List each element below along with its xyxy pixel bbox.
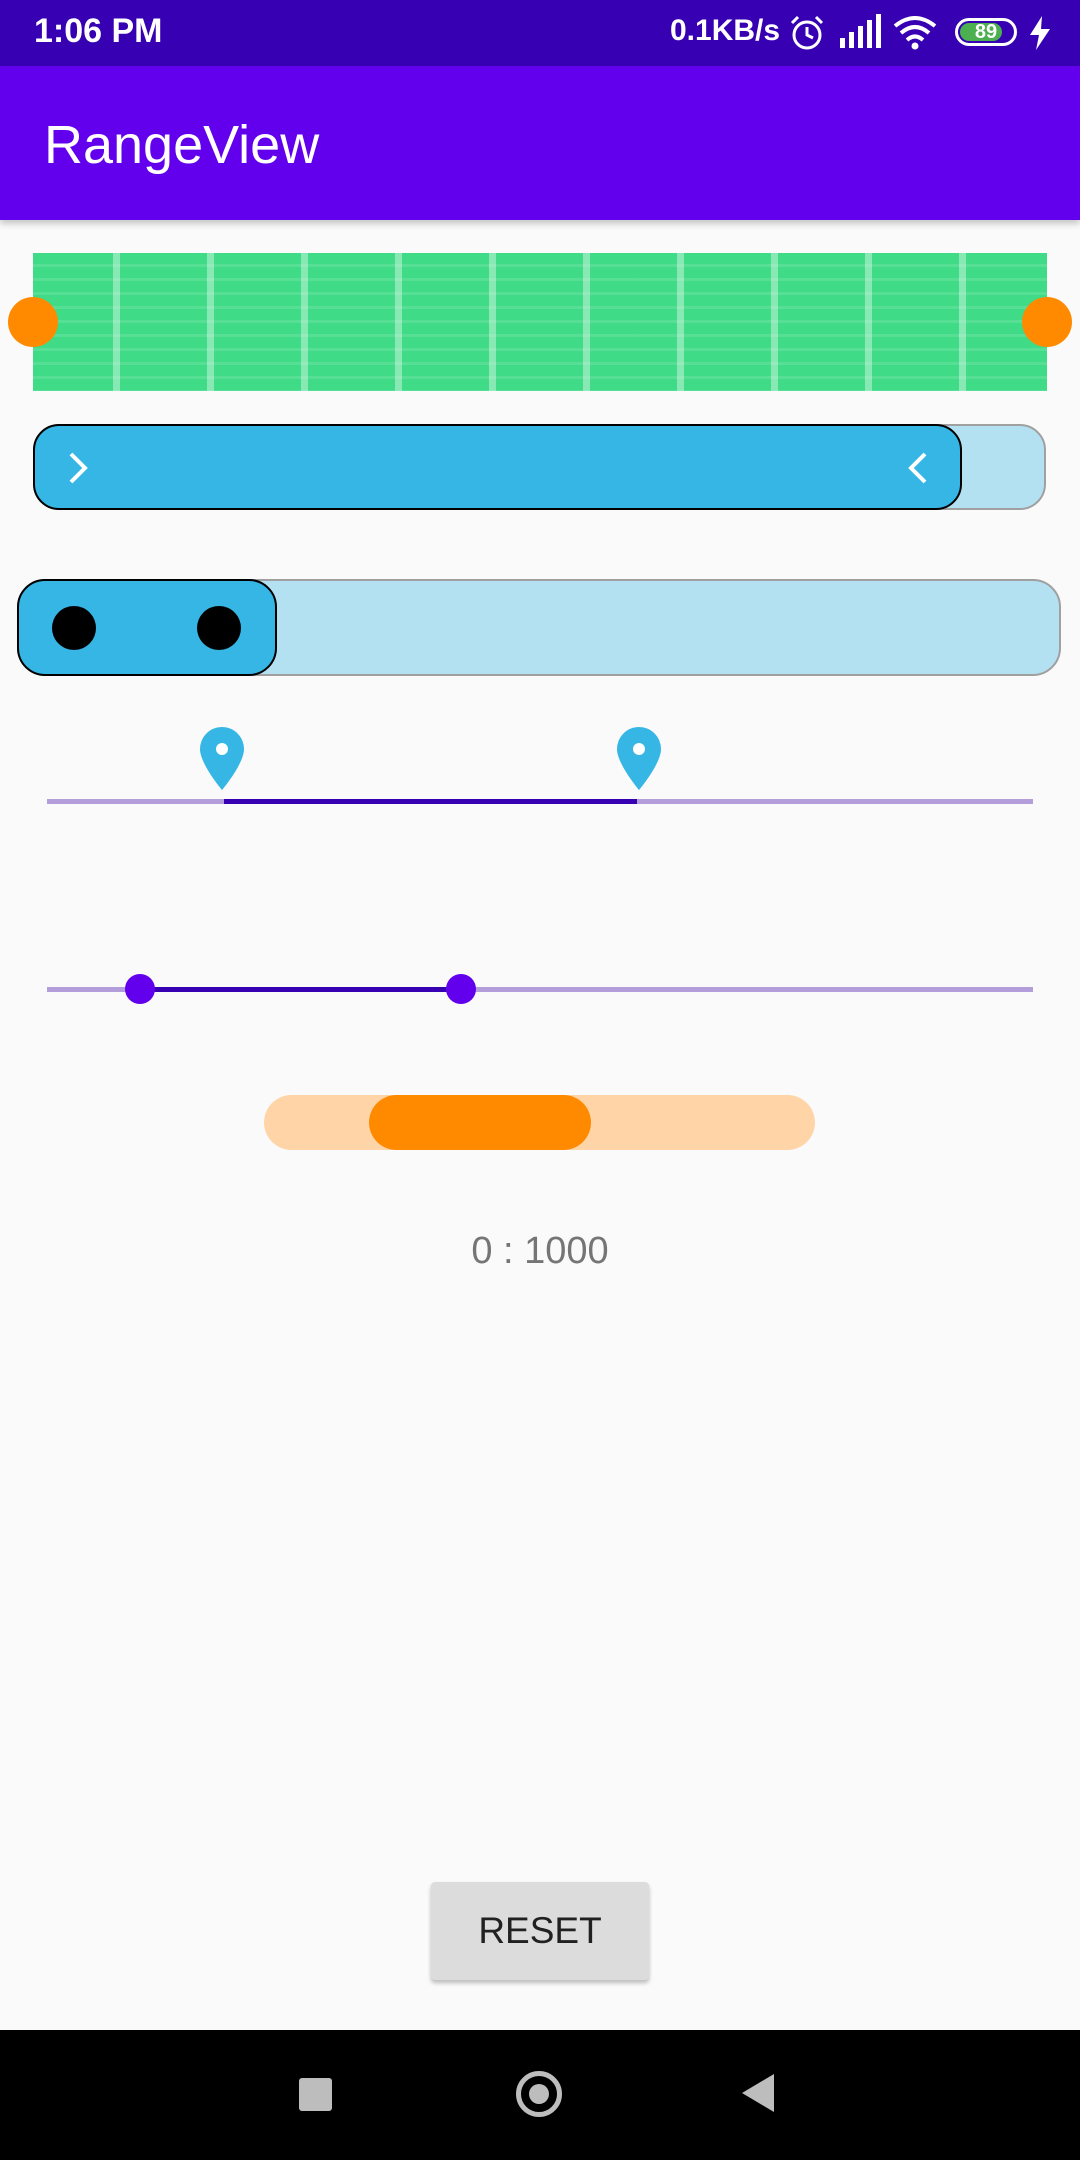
range-value-text: 0 : 1000 — [471, 1230, 609, 1272]
pin-range-active-segment — [224, 799, 637, 804]
back-button[interactable] — [742, 2074, 774, 2112]
reset-button[interactable]: RESET — [431, 1882, 649, 1980]
wifi-icon — [893, 16, 937, 50]
home-icon — [529, 2084, 549, 2104]
dot-range-right-thumb[interactable] — [197, 606, 241, 650]
grid-range-left-knob[interactable] — [8, 297, 58, 347]
slider-range-active-segment — [140, 987, 461, 992]
right-location-pin-icon[interactable] — [615, 726, 663, 792]
charging-icon — [1030, 16, 1050, 50]
recents-button[interactable] — [299, 2078, 332, 2111]
battery-icon: 89 — [955, 18, 1017, 46]
app-title: RangeView — [44, 115, 320, 175]
app-bar: RangeView — [0, 66, 1080, 220]
battery-level: 89 — [974, 21, 998, 43]
grid-range-right-knob[interactable] — [1022, 297, 1072, 347]
slider-range-right-thumb[interactable] — [446, 974, 476, 1004]
grid-range-bar[interactable] — [33, 253, 1047, 391]
left-location-pin-icon[interactable] — [198, 726, 246, 792]
dot-range-left-thumb[interactable] — [52, 606, 96, 650]
slider-range-left-thumb[interactable] — [125, 974, 155, 1004]
status-time: 1:06 PM — [34, 12, 163, 50]
arrow-range-selection[interactable] — [33, 424, 962, 510]
status-bar: 1:06 PM 0.1KB/s 89 — [0, 0, 1080, 66]
signal-icon — [840, 14, 881, 48]
chevron-right-icon[interactable] — [67, 450, 91, 486]
home-button[interactable] — [516, 2071, 562, 2117]
alarm-icon — [790, 15, 824, 50]
chevron-left-icon[interactable] — [905, 450, 929, 486]
pill-range-selection[interactable] — [369, 1095, 591, 1150]
network-speed: 0.1KB/s — [670, 14, 781, 47]
